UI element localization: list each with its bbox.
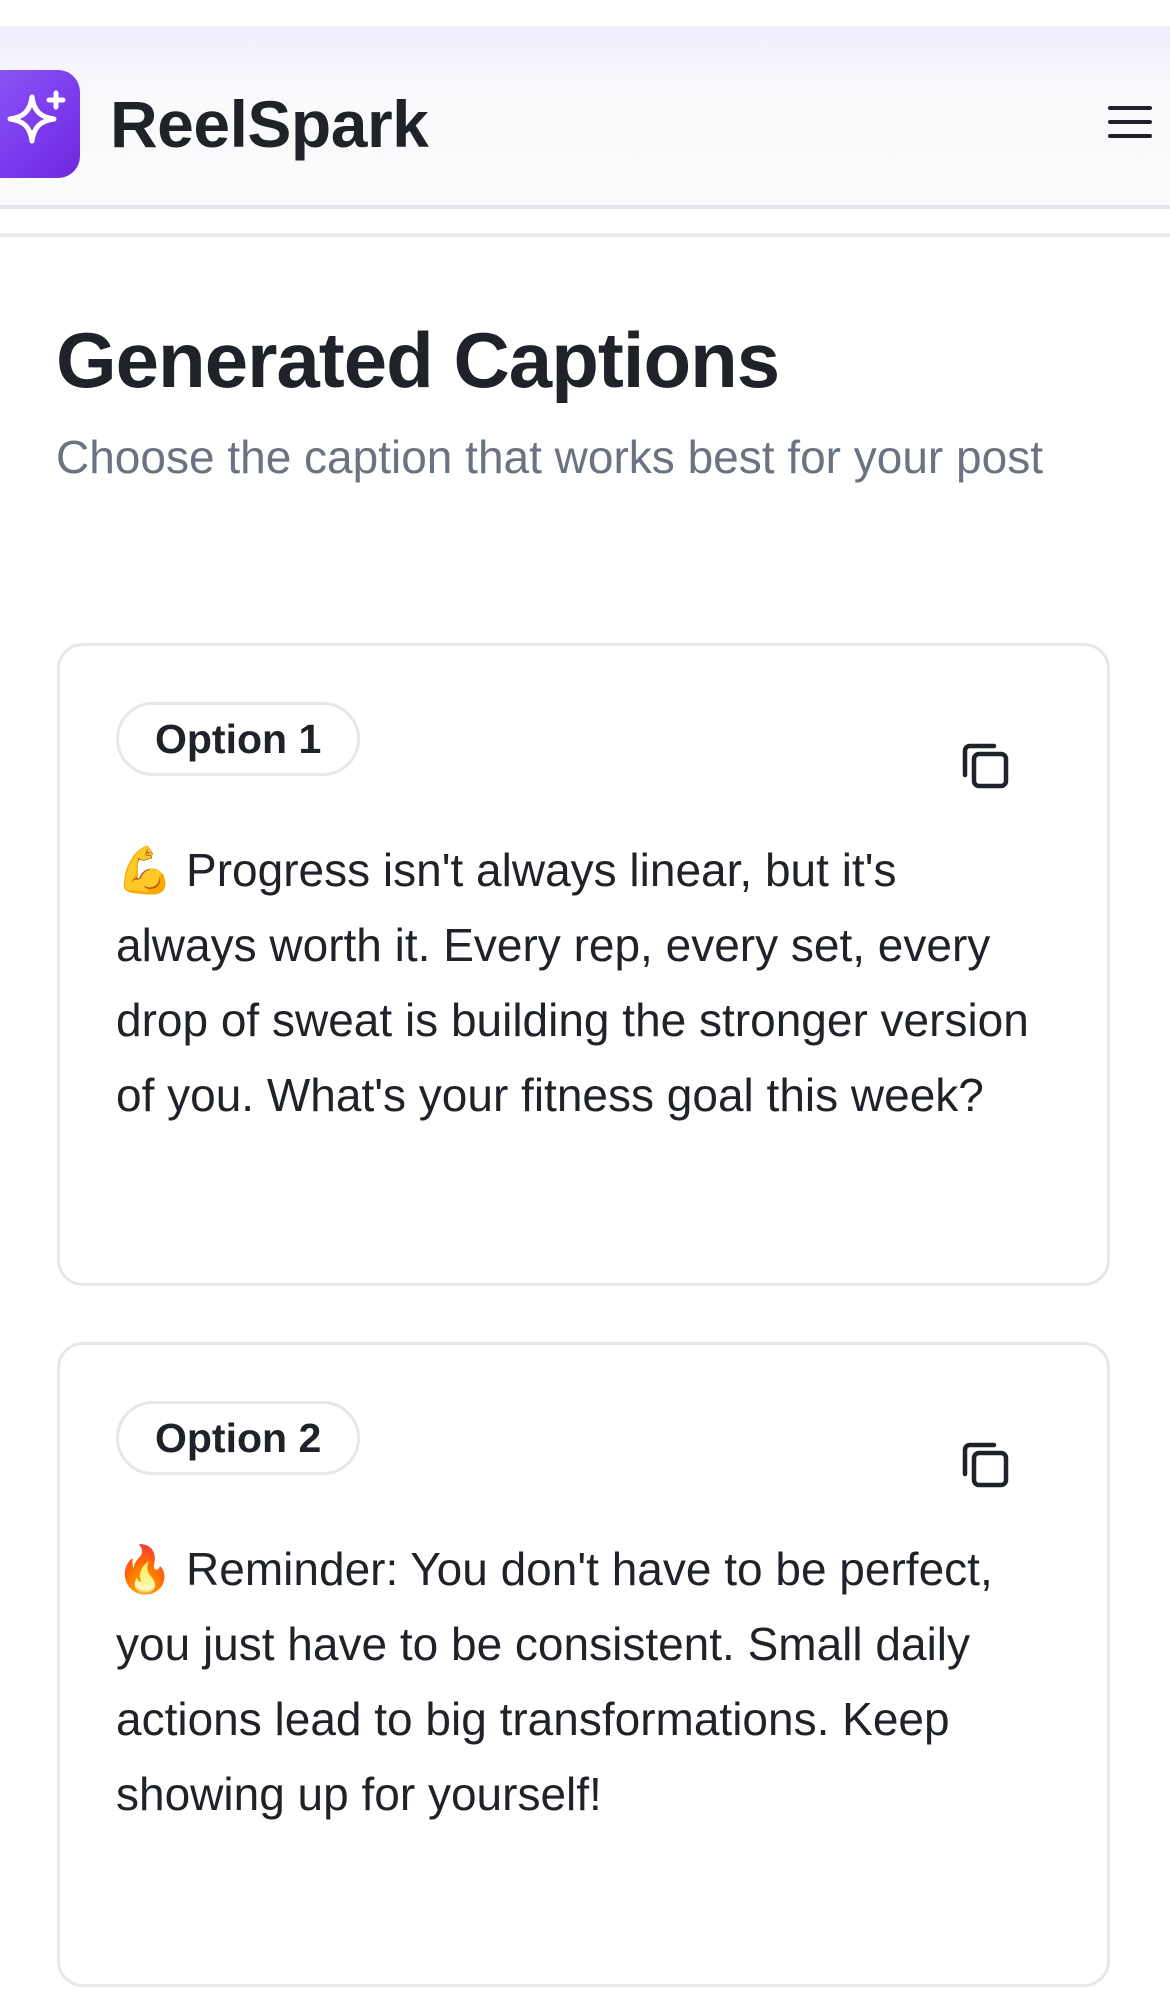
copy-button[interactable] <box>950 732 1020 802</box>
caption-text[interactable]: 💪 Progress isn't always linear, but it's… <box>116 833 1046 1133</box>
copy-icon <box>958 1437 1012 1496</box>
caption-card: Option 1 💪 Progress isn't always linear,… <box>57 643 1110 1286</box>
copy-button[interactable] <box>950 1431 1020 1501</box>
header-divider <box>0 205 1170 209</box>
app-header: ReelSpark <box>0 26 1170 206</box>
sparkles-icon <box>0 87 72 162</box>
app-logo[interactable] <box>0 70 80 178</box>
option-badge: Option 2 <box>116 1401 361 1475</box>
app-name: ReelSpark <box>110 87 429 161</box>
section-divider <box>0 233 1170 237</box>
option-badge: Option 1 <box>116 702 361 776</box>
page-subtitle: Choose the caption that works best for y… <box>56 431 1043 483</box>
menu-button[interactable] <box>1100 98 1160 150</box>
page-title: Generated Captions <box>56 316 780 404</box>
hamburger-menu-icon <box>1108 104 1152 145</box>
caption-text[interactable]: 🔥 Reminder: You don't have to be perfect… <box>116 1532 1046 1832</box>
copy-icon <box>958 738 1012 797</box>
caption-card: Option 2 🔥 Reminder: You don't have to b… <box>57 1342 1110 1987</box>
